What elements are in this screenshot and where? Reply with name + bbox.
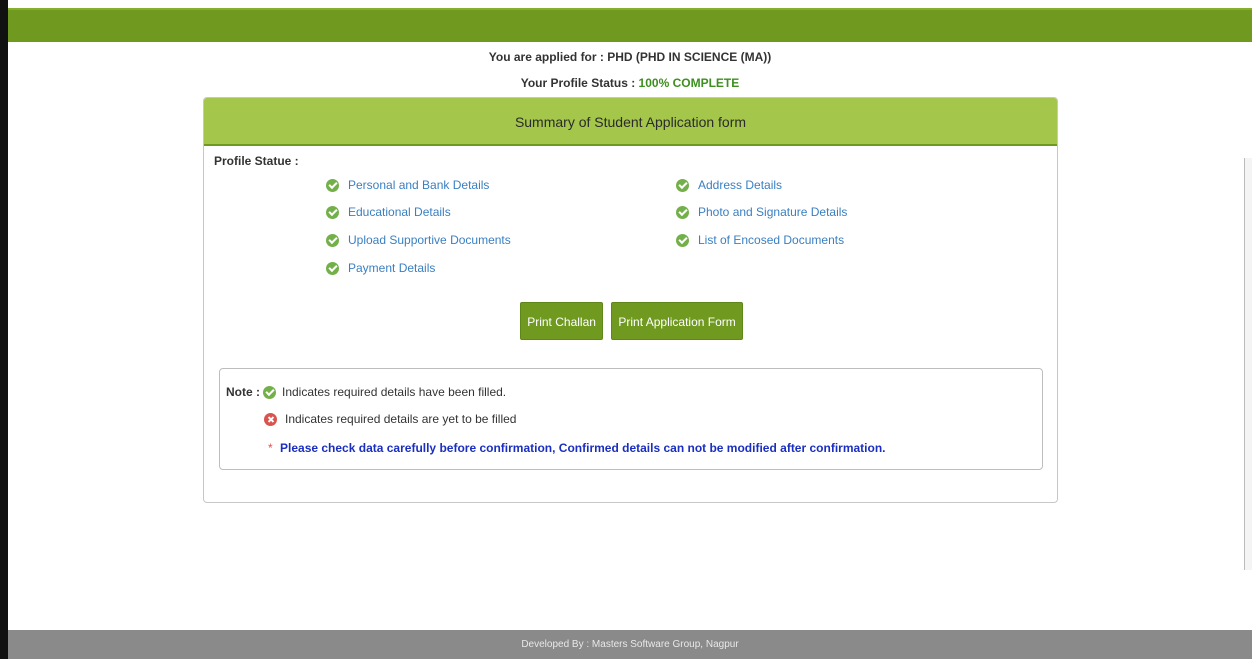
profile-status: Your Profile Status : 100% COMPLETE [0, 76, 1252, 90]
check-circle-icon [263, 385, 276, 399]
checklist-item-label: Payment Details [348, 261, 436, 275]
cross-circle-icon [264, 412, 277, 426]
required-star: * [268, 441, 273, 455]
checklist-item-educational[interactable]: Educational Details [326, 205, 451, 219]
note-filled-line: Note : Indicates required details have b… [226, 385, 506, 399]
print-application-form-button[interactable]: Print Application Form [611, 302, 743, 340]
checklist-item-label: Upload Supportive Documents [348, 233, 511, 247]
page: You are applied for : PHD (PHD IN SCIENC… [0, 0, 1252, 659]
check-circle-icon [326, 261, 339, 275]
check-circle-icon [676, 205, 689, 219]
check-circle-icon [326, 205, 339, 219]
scrollbar[interactable] [1244, 158, 1252, 570]
note-pending-line: Indicates required details are yet to be… [264, 412, 516, 426]
check-circle-icon [326, 178, 339, 192]
profile-status-label: Your Profile Status : [520, 76, 636, 90]
action-buttons: Print Challan Print Application Form [204, 302, 1059, 340]
summary-panel-title: Summary of Student Application form [204, 98, 1057, 146]
profile-status-heading: Profile Statue : [214, 154, 299, 168]
checklist-item-supportive-documents[interactable]: Upload Supportive Documents [326, 233, 511, 247]
applied-for-text: You are applied for : PHD (PHD IN SCIENC… [488, 50, 772, 64]
note-box: Note : Indicates required details have b… [219, 368, 1043, 470]
checklist-item-payment[interactable]: Payment Details [326, 261, 435, 275]
footer-credit: Developed By : Masters Software Group, N… [521, 639, 739, 650]
checklist-item-label: Personal and Bank Details [348, 178, 490, 192]
check-circle-icon [676, 233, 689, 247]
note-pending-text: Indicates required details are yet to be… [285, 412, 517, 426]
checklist-item-label: Address Details [698, 178, 783, 192]
check-circle-icon [676, 178, 689, 192]
checklist-item-photo-signature[interactable]: Photo and Signature Details [676, 205, 847, 219]
checklist-item-label: List of Encosed Documents [698, 233, 845, 247]
confirmation-warning-text: Please check data carefully before confi… [280, 441, 886, 455]
summary-panel: Summary of Student Application form Prof… [203, 97, 1058, 503]
checklist-item-enclosed-documents[interactable]: List of Encosed Documents [676, 233, 844, 247]
confirmation-warning: * Please check data carefully before con… [268, 441, 886, 455]
checklist-item-label: Photo and Signature Details [698, 205, 848, 219]
checklist-item-label: Educational Details [348, 205, 451, 219]
window-left-edge [0, 0, 8, 659]
checklist-item-address[interactable]: Address Details [676, 178, 782, 192]
note-filled-text: Indicates required details have been fil… [282, 385, 507, 399]
top-banner [8, 8, 1252, 42]
print-challan-button[interactable]: Print Challan [520, 302, 603, 340]
check-circle-icon [326, 233, 339, 247]
profile-status-value: 100% COMPLETE [638, 76, 740, 90]
note-label: Note : [226, 385, 260, 399]
checklist-item-personal-bank[interactable]: Personal and Bank Details [326, 178, 489, 192]
footer: Developed By : Masters Software Group, N… [8, 630, 1252, 659]
